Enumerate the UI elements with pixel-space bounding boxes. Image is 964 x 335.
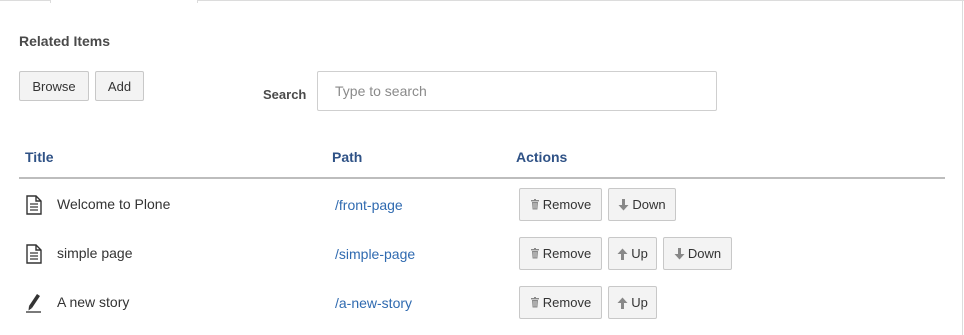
up-label: Up <box>631 246 648 261</box>
row-path-link[interactable]: /simple-page <box>335 246 415 262</box>
search-input[interactable] <box>317 71 717 111</box>
trash-icon <box>530 248 540 259</box>
arrow-down-icon <box>674 247 685 260</box>
remove-label: Remove <box>542 197 592 212</box>
document-icon <box>25 195 43 215</box>
arrow-up-icon <box>617 248 628 260</box>
row-path-link[interactable]: /a-new-story <box>335 295 412 311</box>
table-row: A new story /a-new-story Remove Up <box>19 282 949 322</box>
add-button[interactable]: Add <box>95 71 144 101</box>
tab-border-left <box>0 0 50 1</box>
move-up-button[interactable]: Up <box>608 237 657 270</box>
column-header-path: Path <box>332 149 363 165</box>
move-down-button[interactable]: Down <box>608 188 676 221</box>
section-title: Related Items <box>19 33 111 49</box>
remove-label: Remove <box>542 246 592 261</box>
arrow-up-icon <box>617 297 628 309</box>
row-path-link[interactable]: /front-page <box>335 197 403 213</box>
arrow-down-icon <box>618 198 629 211</box>
down-label: Down <box>687 246 722 261</box>
column-header-title: Title <box>25 149 54 165</box>
remove-button[interactable]: Remove <box>519 286 602 319</box>
trash-icon <box>530 199 540 210</box>
document-icon <box>25 244 43 264</box>
column-header-actions: Actions <box>516 149 568 165</box>
remove-button[interactable]: Remove <box>519 237 602 270</box>
browse-button[interactable]: Browse <box>19 71 89 101</box>
table-row: Welcome to Plone /front-page Remove Down <box>19 184 949 224</box>
row-title: A new story <box>57 294 130 310</box>
tab-side-left <box>50 0 51 3</box>
down-label: Down <box>632 197 666 212</box>
table-row: simple page /simple-page Remove Up Down <box>19 233 949 273</box>
move-up-button[interactable]: Up <box>608 286 657 319</box>
remove-button[interactable]: Remove <box>519 188 602 221</box>
row-title: simple page <box>57 245 133 261</box>
header-divider <box>19 177 945 179</box>
row-title: Welcome to Plone <box>57 196 171 212</box>
related-items-panel: Related Items Browse Add Search Title Pa… <box>0 0 964 335</box>
trash-icon <box>530 297 540 308</box>
up-label: Up <box>631 295 648 310</box>
pencil-icon <box>25 293 43 313</box>
search-label: Search <box>263 87 307 102</box>
remove-label: Remove <box>542 295 592 310</box>
move-down-button[interactable]: Down <box>663 237 732 270</box>
tab-border-right <box>198 0 964 1</box>
